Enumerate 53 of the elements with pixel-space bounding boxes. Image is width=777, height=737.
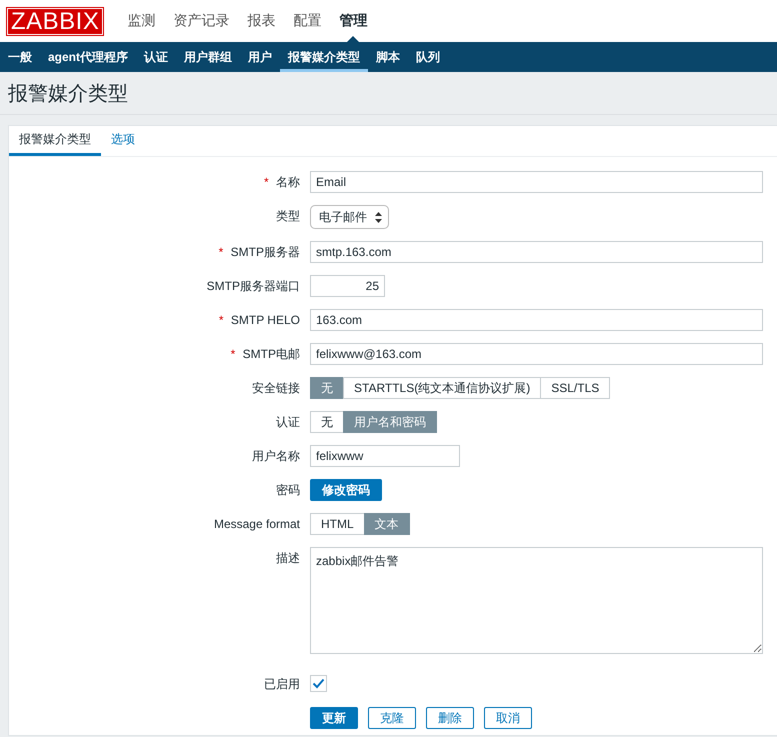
sub-menu-item[interactable]: 脚本 <box>368 42 408 72</box>
logo[interactable]: ZABBIX <box>7 8 104 34</box>
sub-menu-item[interactable]: agent代理程序 <box>40 42 136 72</box>
change-password-button[interactable]: 修改密码 <box>310 479 382 501</box>
field-label: 密码 <box>276 483 300 497</box>
required-mark: * <box>218 245 224 259</box>
action-button[interactable]: 删除 <box>426 707 474 729</box>
segment-option[interactable]: STARTTLS(纯文本通信协议扩展) <box>343 377 542 399</box>
tab[interactable]: 报警媒介类型 <box>9 126 101 156</box>
required-mark: * <box>230 347 236 361</box>
field-label: Message format <box>214 517 300 531</box>
field-label: 名称 <box>276 175 300 189</box>
main-menu-item[interactable]: 资产记录 <box>164 0 238 42</box>
input-field[interactable]: felixwww <box>310 445 460 467</box>
segment-option[interactable]: HTML <box>310 513 365 535</box>
field-label: 描述 <box>276 551 300 565</box>
main-menu-item[interactable]: 配置 <box>284 0 330 42</box>
tab[interactable]: 选项 <box>101 126 145 156</box>
field-label: 类型 <box>276 209 300 223</box>
sub-menu-item[interactable]: 一般 <box>0 42 40 72</box>
sub-menu-item[interactable]: 报警媒介类型 <box>280 42 368 72</box>
segment-option[interactable]: SSL/TLS <box>540 377 610 399</box>
action-button[interactable]: 克隆 <box>368 707 416 729</box>
input-field[interactable]: 25 <box>310 275 385 297</box>
main-menu-item[interactable]: 报表 <box>238 0 284 42</box>
action-button[interactable]: 取消 <box>484 707 532 729</box>
sub-menu-item[interactable]: 用户 <box>240 42 280 72</box>
field-label: 认证 <box>276 415 300 429</box>
description-field[interactable]: zabbix邮件告警 <box>310 547 763 654</box>
main-menu-item[interactable]: 监测 <box>118 0 164 42</box>
sub-menu-item[interactable]: 用户群组 <box>176 42 240 72</box>
input-field[interactable]: Email <box>310 171 763 193</box>
input-field[interactable]: felixwww@163.com <box>310 343 763 365</box>
field-label: SMTP HELO <box>230 313 300 327</box>
checkbox[interactable] <box>310 675 327 692</box>
action-button[interactable]: 更新 <box>310 707 358 729</box>
updown-icon <box>375 212 382 222</box>
sub-menu-item[interactable]: 认证 <box>136 42 176 72</box>
required-mark: * <box>264 175 269 189</box>
field-label: SMTP服务器端口 <box>206 279 300 293</box>
main-menu-item[interactable]: 管理 <box>330 0 376 42</box>
sub-menu-item[interactable]: 队列 <box>408 42 448 72</box>
field-label: 已启用 <box>264 677 300 691</box>
dropdown[interactable]: 电子邮件 <box>310 205 389 229</box>
field-label: 用户名称 <box>252 449 300 463</box>
field-label: 安全链接 <box>252 381 300 395</box>
required-mark: * <box>218 313 224 327</box>
input-field[interactable]: 163.com <box>310 309 763 331</box>
page-title: 报警媒介类型 <box>8 82 128 106</box>
segment-option[interactable]: 无 <box>310 411 344 433</box>
field-label: SMTP服务器 <box>230 245 300 259</box>
input-field[interactable]: smtp.163.com <box>310 241 763 263</box>
field-label: SMTP电邮 <box>242 347 300 361</box>
